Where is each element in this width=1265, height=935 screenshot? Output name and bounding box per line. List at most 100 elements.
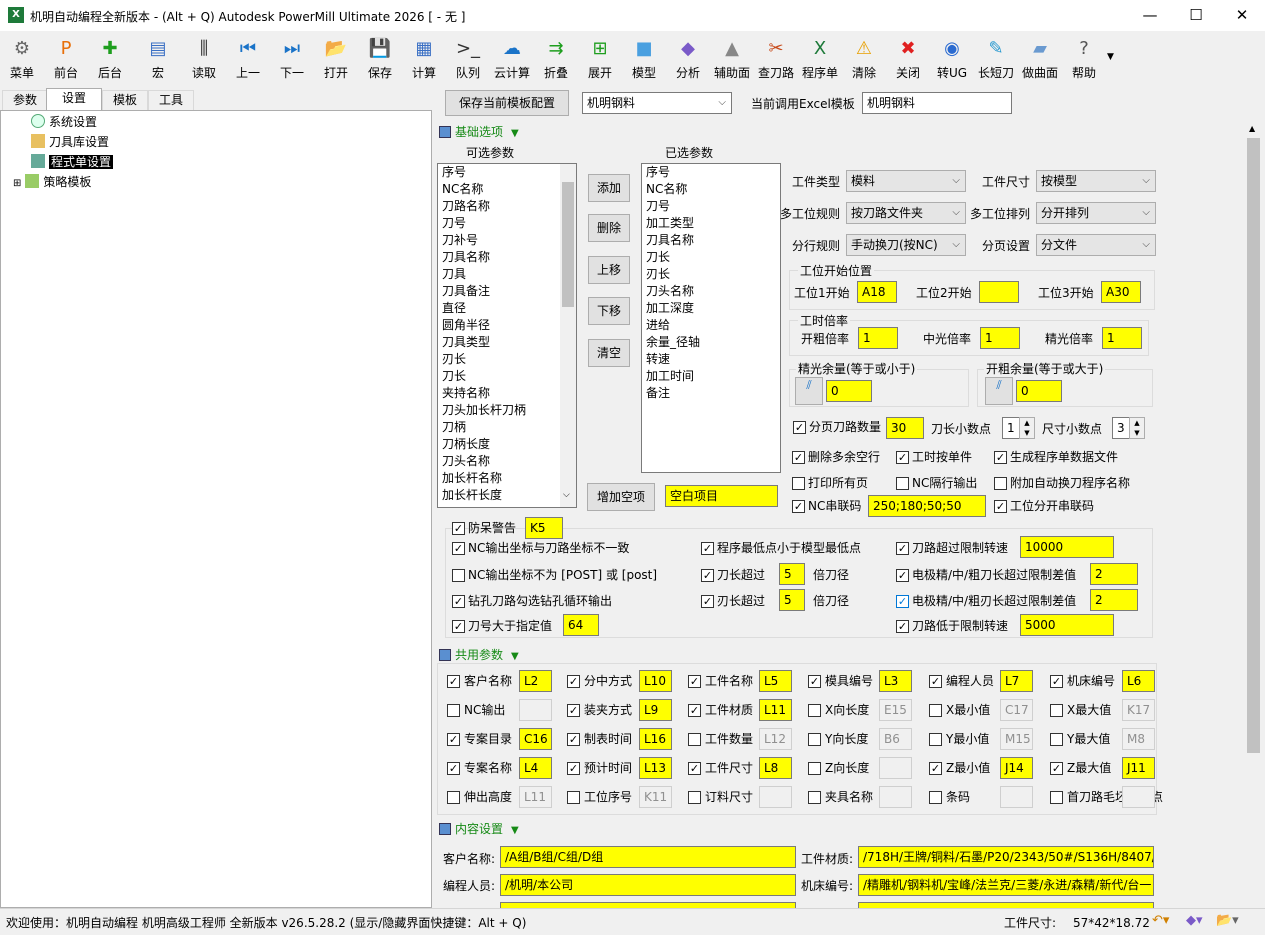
list-item[interactable]: 进给 [642,317,780,334]
multi-station-rule-select[interactable]: 按刀路文件夹 ⌵ [846,202,966,224]
shared-param-checkbox[interactable] [929,791,942,804]
shared-param-checkbox[interactable]: ✓ [1050,762,1063,775]
shared-param-checkbox[interactable] [1050,733,1063,746]
shared-param-checkbox[interactable] [567,791,580,804]
programmer-input[interactable]: /机明/本公司 [500,874,796,896]
blade-length-ratio-input[interactable]: 5 [779,589,805,611]
size-decimal-spinner[interactable]: ▲ ▼ [1129,417,1145,439]
tool-length-ratio-input[interactable]: 5 [779,563,805,585]
toolbar-model-button[interactable]: ■ 模型 [624,31,664,83]
size-decimal-input[interactable]: 3 [1112,417,1130,439]
toolbar-queue-button[interactable]: >_ 队列 [448,31,488,83]
toolbar-close-button[interactable]: ✖ 关闭 [888,31,928,83]
list-item[interactable]: 刀头名称 [642,283,780,300]
tree-item-strategy[interactable]: ⊞ 策略模板 [13,173,91,191]
shared-param-input[interactable]: L7 [1000,670,1033,692]
list-item[interactable]: 刀补号 [438,232,576,249]
shared-param-input[interactable]: E15 [879,699,912,721]
list-item[interactable]: 加长杆名称 [438,470,576,487]
warn-item-checkbox[interactable]: ✓ [701,595,714,608]
shared-param-input[interactable] [1122,786,1155,808]
shared-param-input[interactable]: M8 [1122,728,1155,750]
toolbar-menu-button[interactable]: ⚙ 菜单 [2,31,42,83]
shared-param-input[interactable]: C16 [519,728,552,750]
list-item[interactable]: 备注 [642,385,780,402]
shared-param-checkbox[interactable] [808,762,821,775]
list-item[interactable]: 刀具名称 [438,249,576,266]
shared-param-checkbox[interactable]: ✓ [808,675,821,688]
option-checkbox[interactable]: ✓ [792,500,805,513]
shared-param-input[interactable]: K17 [1122,699,1155,721]
list-item[interactable]: 刃长 [642,266,780,283]
list-item[interactable]: 加工深度 [642,300,780,317]
workpiece-size-select[interactable]: 按模型 ⌵ [1036,170,1156,192]
page-count-input[interactable]: 30 [886,417,924,439]
warn-item-checkbox[interactable]: ✓ [452,595,465,608]
shared-param-input[interactable]: C17 [1000,699,1033,721]
toolbar-macro-button[interactable]: ▤ 宏 [138,31,178,83]
scroll-thumb[interactable] [1247,138,1260,753]
section-shared-title[interactable]: 共用参数 ▼ [439,646,519,663]
option-checkbox[interactable]: ✓ [792,451,805,464]
shared-param-checkbox[interactable]: ✓ [688,675,701,688]
mid-rate-input[interactable]: 1 [980,327,1020,349]
toolbar-longshort-button[interactable]: ✎ 长短刀 [976,31,1016,83]
tree-item-system[interactable]: 系统设置 [31,113,97,131]
vertical-scrollbar[interactable]: ▲ [1245,120,1262,908]
nc-code-input[interactable]: 250;180;50;50 [868,495,986,517]
shared-param-checkbox[interactable] [929,733,942,746]
list-item[interactable]: 直径 [438,300,576,317]
blade-length-diff-input[interactable]: 2 [1090,589,1138,611]
toolbar-auxface-button[interactable]: ▲ 辅助面 [712,31,752,83]
list-item[interactable]: 序号 [642,164,780,181]
expand-icon[interactable]: ⊞ [13,178,21,189]
tool-length-decimal-input[interactable]: 1 [1002,417,1020,439]
list-item[interactable]: 刀长 [438,368,576,385]
list-item[interactable]: 余量_径轴 [642,334,780,351]
toolbar-expand-button[interactable]: ⊞ 展开 [580,31,620,83]
list-item[interactable]: 加工时间 [642,368,780,385]
list-item[interactable]: 圆角半径 [438,317,576,334]
shared-param-checkbox[interactable]: ✓ [1050,675,1063,688]
list-item[interactable]: 刀具 [438,266,576,283]
list-item[interactable]: 刀号 [642,198,780,215]
list-item[interactable]: 刃长 [438,351,576,368]
shared-param-input[interactable]: L4 [519,757,552,779]
list-item[interactable]: 刀具备注 [438,283,576,300]
shared-param-checkbox[interactable] [447,791,460,804]
list-item[interactable]: 夹持名称 [438,385,576,402]
maximize-button[interactable]: ☐ [1173,0,1219,31]
split-rule-select[interactable]: 手动换刀(按NC) ⌵ [846,234,966,256]
warn-item-checkbox[interactable] [452,569,465,582]
list-scrollbar[interactable]: ⌵ [560,164,576,507]
tab-templates[interactable]: 模板 [102,90,148,110]
list-item[interactable]: NC名称 [438,181,576,198]
shared-param-checkbox[interactable] [447,704,460,717]
toolbar-help-button[interactable]: ? 帮助 [1064,31,1104,83]
list-item[interactable]: 刀路名称 [438,198,576,215]
option-checkbox[interactable]: ✓ [896,451,909,464]
shared-param-input[interactable]: K11 [639,786,672,808]
shared-param-input[interactable]: L16 [639,728,672,750]
material-input[interactable]: /718H/王牌/铜料/石墨/P20/2343/50#/S136H/8407/S [858,846,1154,868]
toolbar-front-button[interactable]: P 前台 [46,31,86,83]
undo-icon[interactable]: ↶▾ [1152,913,1169,928]
analyze-icon[interactable]: ◆▾ [1186,913,1203,928]
toolbar-read-button[interactable]: ⫼ 读取 [184,31,224,83]
scroll-up-icon[interactable]: ▲ [1249,124,1255,133]
warn-item-checkbox[interactable]: ✓ [896,620,909,633]
template-select[interactable]: 机明钢料 ⌵ [582,92,732,114]
shared-param-input[interactable] [1000,786,1033,808]
toolbar-fold-button[interactable]: ⇉ 折叠 [536,31,576,83]
client-input[interactable]: /A组/B组/C组/D组 [500,846,796,868]
list-item[interactable]: 刀号 [438,215,576,232]
shared-param-input[interactable]: L10 [639,670,672,692]
list-item[interactable]: 转速 [642,351,780,368]
shared-param-input[interactable]: L12 [759,728,792,750]
option-checkbox[interactable] [994,477,1007,490]
station3-input[interactable]: A30 [1101,281,1141,303]
collapse-icon[interactable]: ▼ [511,128,519,139]
tree-item-program-sheet[interactable]: 程式单设置 [31,153,114,171]
shared-param-checkbox[interactable] [929,704,942,717]
list-item[interactable]: 刀柄长度 [438,436,576,453]
